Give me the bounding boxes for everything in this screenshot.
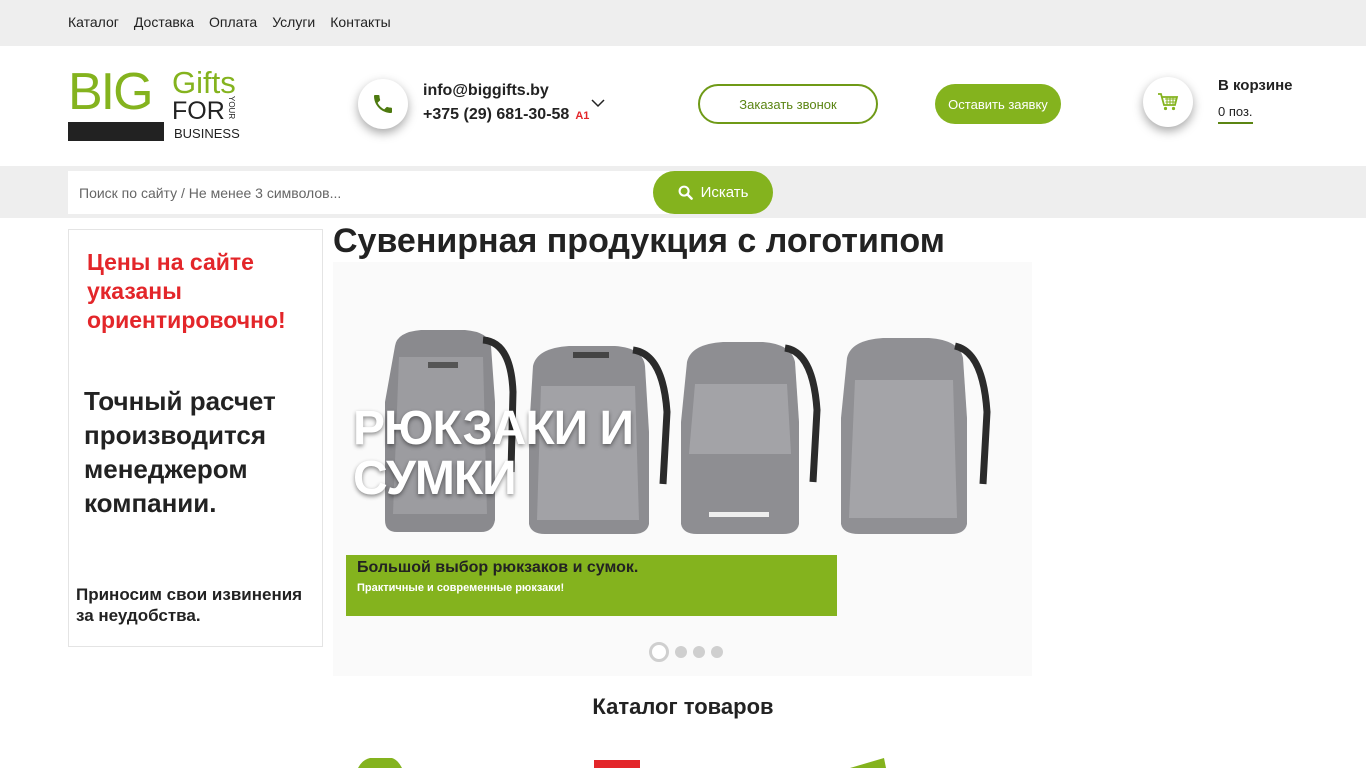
price-detail-text: Точный расчет производится менеджером ко…: [84, 386, 276, 518]
phone-button[interactable]: [358, 79, 408, 129]
price-notice-text: Цены на сайте указаны ориентировочно!: [87, 249, 286, 333]
nav-catalog[interactable]: Каталог: [68, 14, 119, 30]
nav-payment[interactable]: Оплата: [209, 14, 257, 30]
price-notice-banner: Цены на сайте указаны ориентировочно! То…: [68, 229, 323, 647]
phone-icon: [374, 95, 392, 113]
search-bar: Искать: [0, 166, 1366, 218]
slide-caption-sub: Практичные и современные рюкзаки!: [357, 582, 565, 594]
nav-delivery[interactable]: Доставка: [134, 14, 194, 30]
slider-dot[interactable]: [693, 646, 705, 658]
cart-count[interactable]: 0 поз.: [1218, 104, 1253, 124]
site-logo[interactable]: BIG Gifts FOR YOUR BUSINESS: [68, 64, 248, 142]
request-button[interactable]: Оставить заявку: [935, 84, 1061, 124]
contact-phone[interactable]: +375 (29) 681-30-58: [423, 106, 569, 124]
cart-icon: [1158, 93, 1179, 111]
top-bar: Каталог Доставка Оплата Услуги Контакты: [0, 0, 1366, 46]
slide-caption-strip: Большой выбор рюкзаков и сумок. Практичн…: [346, 555, 837, 616]
logo-your: YOUR: [227, 96, 236, 120]
cart-button[interactable]: [1143, 77, 1193, 127]
slide-headline-line1: РЮКЗАКИ И: [353, 402, 634, 455]
promo-slider[interactable]: РЮКЗАКИ И СУМКИ Большой выбор рюкзаков и…: [333, 262, 1032, 676]
catalog-item-icons: [358, 758, 886, 768]
search-button-label: Искать: [700, 184, 749, 201]
slide-headline: РЮКЗАКИ И СУМКИ: [353, 402, 634, 505]
slide-caption-main: Большой выбор рюкзаков и сумок.: [357, 559, 639, 576]
slider-dots: [649, 642, 723, 662]
search-icon: [678, 185, 693, 200]
slider-dot[interactable]: [649, 642, 669, 662]
site-header: BIG Gifts FOR YOUR BUSINESS info@biggift…: [0, 46, 1366, 166]
logo-bar: [68, 122, 164, 141]
logo-big: BIG: [68, 63, 154, 121]
logo-for: FOR: [172, 97, 225, 125]
callback-button[interactable]: Заказать звонок: [698, 84, 878, 124]
apology-text: Приносим свои извинения за неудобства.: [76, 585, 303, 625]
top-nav: Каталог Доставка Оплата Услуги Контакты: [68, 14, 391, 30]
slider-dot[interactable]: [711, 646, 723, 658]
catalog-title: Каталог товаров: [592, 694, 774, 719]
page-title: Сувенирная продукция с логотипом: [333, 222, 945, 260]
logo-gifts: Gifts: [172, 65, 236, 100]
chevron-down-icon[interactable]: [591, 98, 605, 108]
search-button[interactable]: Искать: [653, 171, 773, 214]
cart-title: В корзине: [1218, 77, 1293, 94]
nav-services[interactable]: Услуги: [272, 14, 315, 30]
contact-email[interactable]: info@biggifts.by: [423, 82, 589, 100]
nav-contacts[interactable]: Контакты: [330, 14, 390, 30]
contact-block: info@biggifts.by +375 (29) 681-30-58 A1: [423, 82, 589, 124]
a1-operator-icon: A1: [575, 110, 590, 122]
slider-dot[interactable]: [675, 646, 687, 658]
slide-headline-line2: СУМКИ: [353, 452, 517, 505]
search-input[interactable]: [68, 171, 688, 214]
logo-business: BUSINESS: [174, 126, 240, 141]
